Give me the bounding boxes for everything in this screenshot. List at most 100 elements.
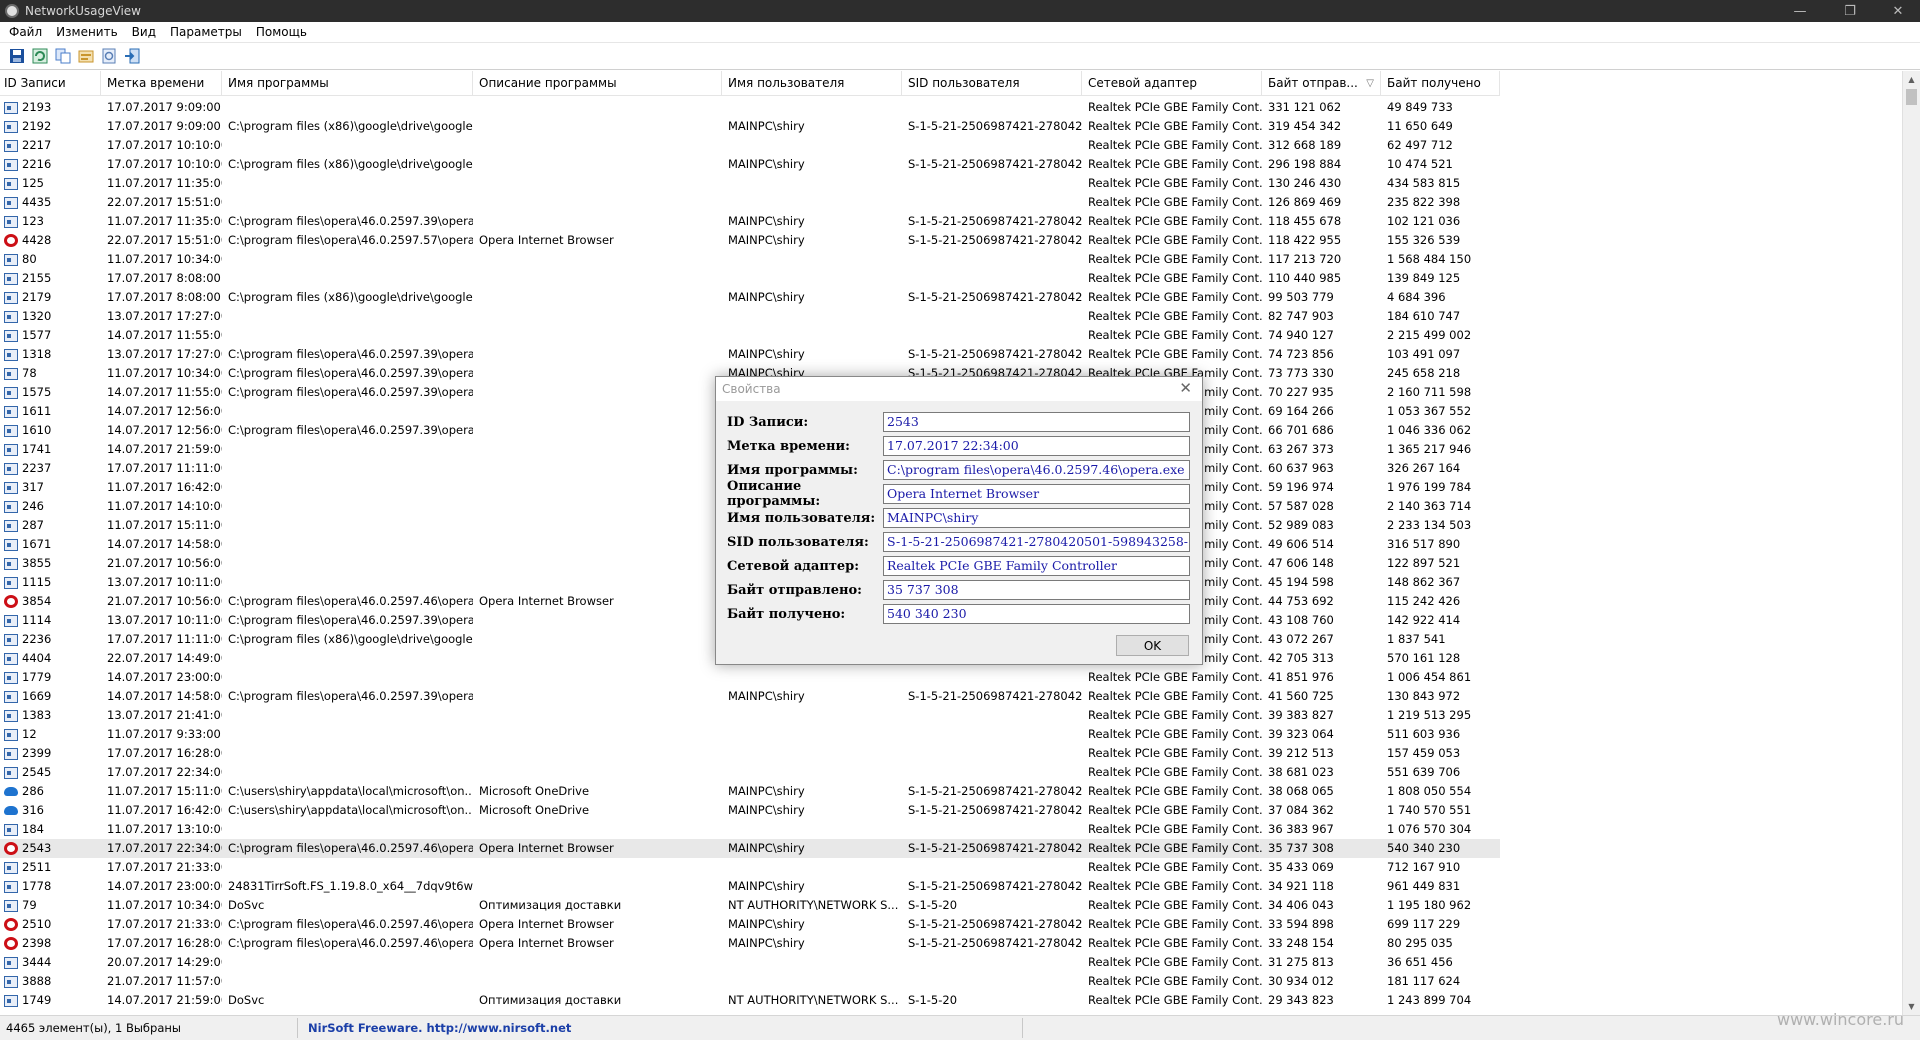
status-credit-link[interactable]: NirSoft Freeware. http://www.nirsoft.net — [298, 1018, 1023, 1038]
column-header-user[interactable]: Имя пользователя — [722, 71, 902, 96]
table-row[interactable]: 80 11.07.2017 10:34:00 Realtek PCIe GBE Fa… — [0, 250, 1500, 269]
prop-value-adapter[interactable]: Realtek PCIe GBE Family Controller — [883, 556, 1190, 576]
prop-value-program[interactable]: C:\program files\opera\46.0.2597.46\oper… — [883, 460, 1190, 480]
table-row[interactable]: 2545 17.07.2017 22:34:00 Realtek PCIe GBE … — [0, 763, 1500, 782]
table-row[interactable]: 316 11.07.2017 16:42:00 C:\users\shiry\app… — [0, 801, 1500, 820]
table-row[interactable]: 4428 22.07.2017 15:51:00 C:\program files\… — [0, 231, 1500, 250]
scroll-down-arrow-icon[interactable]: ▼ — [1903, 998, 1920, 1015]
prop-value-sid[interactable]: S-1-5-21-2506987421-2780420501-598943258… — [883, 532, 1190, 552]
table-row[interactable]: 123 11.07.2017 11:35:00 C:\program files\o… — [0, 212, 1500, 231]
scrollbar-thumb[interactable] — [1906, 89, 1917, 105]
cell-desc: Opera Internet Browser — [479, 917, 614, 931]
table-row[interactable]: 3444 20.07.2017 14:29:00 Realtek PCIe GBE … — [0, 953, 1500, 972]
html-report-button[interactable] — [100, 47, 118, 65]
column-header-sid[interactable]: SID пользователя — [902, 71, 1082, 96]
table-row[interactable]: 1577 14.07.2017 11:55:00 Realtek PCIe GBE … — [0, 326, 1500, 345]
cell-id: 2398 — [0, 934, 101, 953]
menu-view[interactable]: Вид — [125, 25, 163, 39]
cell-id-text: 3855 — [22, 556, 52, 570]
cell-prog: C:\program files\opera\46.0.2597.39\oper… — [228, 613, 473, 627]
copy-button[interactable] — [54, 47, 72, 65]
network-icon — [4, 386, 18, 399]
table-row[interactable]: 1779 14.07.2017 23:00:00 Realtek PCIe GBE … — [0, 668, 1500, 687]
table-row[interactable]: 4435 22.07.2017 15:51:00 Realtek PCIe GBE … — [0, 193, 1500, 212]
table-row[interactable]: 2543 17.07.2017 22:34:00 C:\program files\… — [0, 839, 1500, 858]
cell-prog: C:\program files\opera\46.0.2597.46\oper… — [228, 917, 473, 931]
table-row[interactable]: 2155 17.07.2017 8:08:00 Realtek PCIe GBE F… — [0, 269, 1500, 288]
table-row[interactable]: 2511 17.07.2017 21:33:00 Realtek PCIe GBE … — [0, 858, 1500, 877]
table-row[interactable]: 2398 17.07.2017 16:28:00 C:\program files\… — [0, 934, 1500, 953]
minimize-button[interactable]: — — [1780, 0, 1820, 22]
cell-recv: 2 233 134 503 — [1387, 518, 1472, 532]
ok-button[interactable]: OK — [1116, 635, 1189, 656]
prop-value-description[interactable]: Opera Internet Browser — [883, 484, 1190, 504]
table-row[interactable]: 79 11.07.2017 10:34:00 DoSvc Оптимизация до… — [0, 896, 1500, 915]
cell-sent: 30 934 012 — [1268, 974, 1334, 988]
column-header-id[interactable]: ID Записи — [0, 71, 101, 96]
prop-row-bytes-received: Байт получено: 540 340 230 — [727, 604, 1190, 624]
cell-id: 4428 — [0, 231, 101, 250]
table-row[interactable]: 125 11.07.2017 11:35:00 Realtek PCIe GBE F… — [0, 174, 1500, 193]
column-header-program[interactable]: Имя программы — [222, 71, 473, 96]
network-icon — [4, 462, 18, 475]
table-row[interactable]: 1669 14.07.2017 14:58:00 C:\program files\… — [0, 687, 1500, 706]
table-row[interactable]: 12 11.07.2017 9:33:00 Realtek PCIe GBE Fam… — [0, 725, 1500, 744]
scroll-up-arrow-icon[interactable]: ▲ — [1903, 71, 1920, 88]
cell-user: MAINPC\shiry — [728, 879, 805, 893]
cell-sid: S-1-5-20 — [908, 993, 958, 1007]
cell-desc — [473, 193, 722, 212]
opera-icon — [4, 234, 18, 247]
cell-sent: 34 921 118 — [1268, 879, 1334, 893]
cell-id: 2510 — [0, 915, 101, 934]
cell-sent: 82 747 903 — [1268, 309, 1334, 323]
menu-file[interactable]: Файл — [2, 25, 49, 39]
table-row[interactable]: 1383 13.07.2017 21:41:00 Realtek PCIe GBE … — [0, 706, 1500, 725]
column-header-bytes-received[interactable]: Байт получено — [1381, 71, 1500, 96]
status-bar: 4465 элемент(ы), 1 Выбраны NirSoft Freew… — [0, 1015, 1920, 1040]
close-window-button[interactable]: ✕ — [1878, 0, 1918, 22]
table-row[interactable]: 2193 17.07.2017 9:09:00 Realtek PCIe GBE F… — [0, 98, 1500, 117]
table-row[interactable]: 2179 17.07.2017 8:08:00 C:\program files (… — [0, 288, 1500, 307]
table-row[interactable]: 2399 17.07.2017 16:28:00 Realtek PCIe GBE … — [0, 744, 1500, 763]
table-row[interactable]: 2510 17.07.2017 21:33:00 C:\program files\… — [0, 915, 1500, 934]
cell-time: 20.07.2017 14:29:00 — [107, 955, 222, 969]
menu-edit[interactable]: Изменить — [49, 25, 125, 39]
prop-value-bytes-sent[interactable]: 35 737 308 — [883, 580, 1190, 600]
table-row[interactable]: 1778 14.07.2017 23:00:00 24831TirrSoft.FS_… — [0, 877, 1500, 896]
cell-prog: C:\program files\opera\46.0.2597.46\oper… — [228, 936, 473, 950]
menu-options[interactable]: Параметры — [163, 25, 249, 39]
cell-time: 11.07.2017 15:11:00 — [107, 784, 222, 798]
column-header-bytes-sent[interactable]: Байт отправ... ▽ — [1262, 71, 1381, 96]
table-row[interactable]: 2216 17.07.2017 10:10:00 C:\program files … — [0, 155, 1500, 174]
table-row[interactable]: 1318 13.07.2017 17:27:00 C:\program files\… — [0, 345, 1500, 364]
prop-value-id[interactable]: 2543 — [883, 412, 1190, 432]
cell-prog: C:\users\shiry\appdata\local\microsoft\o… — [228, 803, 473, 817]
table-row[interactable]: 2217 17.07.2017 10:10:00 Realtek PCIe GBE … — [0, 136, 1500, 155]
table-row[interactable]: 1749 14.07.2017 21:59:00 DoSvc Оптимизация … — [0, 991, 1500, 1010]
table-row[interactable]: 3888 21.07.2017 11:57:00 Realtek PCIe GBE … — [0, 972, 1500, 991]
table-row[interactable]: 286 11.07.2017 15:11:00 C:\users\shiry\app… — [0, 782, 1500, 801]
close-icon[interactable]: ✕ — [1179, 379, 1192, 397]
maximize-button[interactable]: ❐ — [1830, 0, 1870, 22]
column-header-time[interactable]: Метка времени — [101, 71, 222, 96]
column-header-description[interactable]: Описание программы — [473, 71, 722, 96]
table-row[interactable]: 184 11.07.2017 13:10:00 Realtek PCIe GBE F… — [0, 820, 1500, 839]
cell-desc — [473, 155, 722, 174]
prop-value-user[interactable]: MAINPC\shiry — [883, 508, 1190, 528]
column-header-adapter[interactable]: Сетевой адаптер — [1082, 71, 1262, 96]
prop-value-bytes-received[interactable]: 540 340 230 — [883, 604, 1190, 624]
status-item-count: 4465 элемент(ы), 1 Выбраны — [0, 1018, 298, 1038]
save-button[interactable] — [8, 47, 26, 65]
cell-recv: 1 976 199 784 — [1387, 480, 1472, 494]
vertical-scrollbar[interactable]: ▲ ▼ — [1902, 71, 1920, 1015]
exit-button[interactable] — [123, 47, 141, 65]
refresh-button[interactable] — [31, 47, 49, 65]
cell-adapter: Realtek PCIe GBE Family Cont... — [1088, 860, 1262, 874]
cell-id: 78 — [0, 364, 101, 383]
table-row[interactable]: 2192 17.07.2017 9:09:00 C:\program files (… — [0, 117, 1500, 136]
prop-value-time[interactable]: 17.07.2017 22:34:00 — [883, 436, 1190, 456]
table-row[interactable]: 1320 13.07.2017 17:27:00 Realtek PCIe GBE … — [0, 307, 1500, 326]
menu-help[interactable]: Помощь — [249, 25, 314, 39]
properties-button[interactable] — [77, 47, 95, 65]
network-icon — [4, 519, 18, 532]
